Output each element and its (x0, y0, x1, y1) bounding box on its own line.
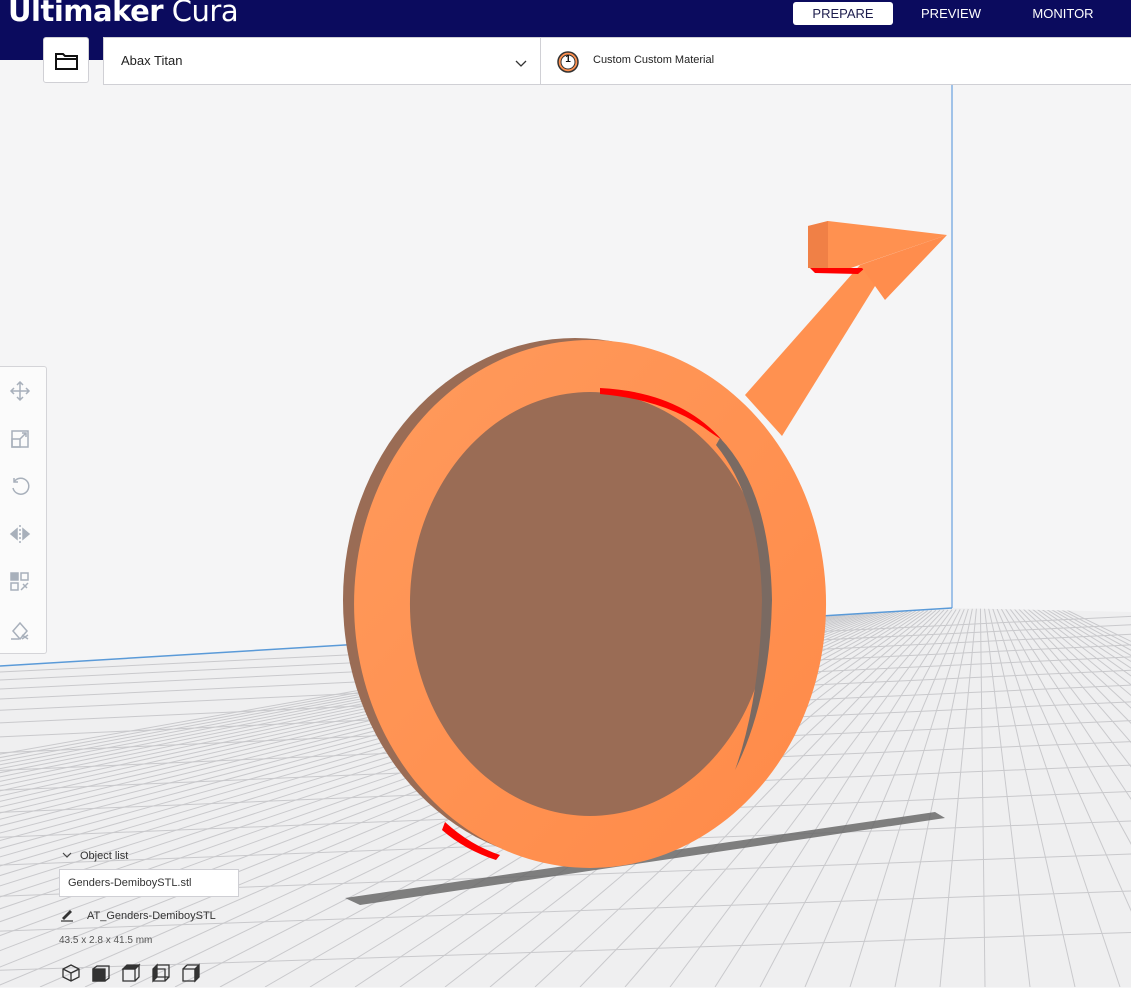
left-view-icon[interactable] (151, 963, 171, 983)
scale-icon[interactable] (9, 428, 31, 450)
right-view-icon[interactable] (181, 963, 201, 983)
printer-selector-bar: Abax Titan 1 Custom Custom Material (103, 37, 1131, 85)
tool-panel (0, 366, 47, 654)
tab-monitor[interactable]: MONITOR (1018, 2, 1108, 25)
top-view-icon[interactable] (121, 963, 141, 983)
chevron-down-icon[interactable] (515, 55, 527, 73)
model-dimensions: 43.5 x 2.8 x 41.5 mm (59, 935, 153, 946)
object-list-label: Object list (80, 850, 129, 862)
extruder-icon[interactable]: 1 (556, 50, 579, 73)
object-list-toggle[interactable]: Object list (62, 850, 128, 862)
support-blocker-icon[interactable] (9, 619, 31, 641)
scene-canvas (0, 85, 1131, 987)
tab-preview[interactable]: PREVIEW (906, 2, 996, 25)
printer-name[interactable]: Abax Titan (121, 53, 182, 68)
front-view-icon[interactable] (91, 963, 111, 983)
pencil-icon[interactable] (60, 908, 74, 927)
toolbar-divider (540, 38, 541, 84)
extruder-number: 1 (565, 54, 571, 65)
job-name[interactable]: AT_Genders-DemiboySTL (87, 910, 216, 922)
mirror-icon[interactable] (9, 523, 31, 545)
open-file-button[interactable] (43, 37, 89, 83)
object-list-item[interactable]: Genders-DemiboySTL.stl (59, 869, 239, 897)
chevron-down-icon (62, 850, 72, 862)
3d-view-icon[interactable] (61, 963, 81, 983)
rotate-icon[interactable] (9, 475, 31, 497)
move-icon[interactable] (9, 380, 31, 402)
per-model-settings-icon[interactable] (9, 571, 31, 593)
material-label[interactable]: Custom Custom Material (593, 54, 714, 66)
tab-prepare[interactable]: PREPARE (793, 2, 893, 25)
3d-viewport[interactable] (0, 85, 1131, 987)
app-logo: Ultimaker Cura (8, 0, 239, 28)
